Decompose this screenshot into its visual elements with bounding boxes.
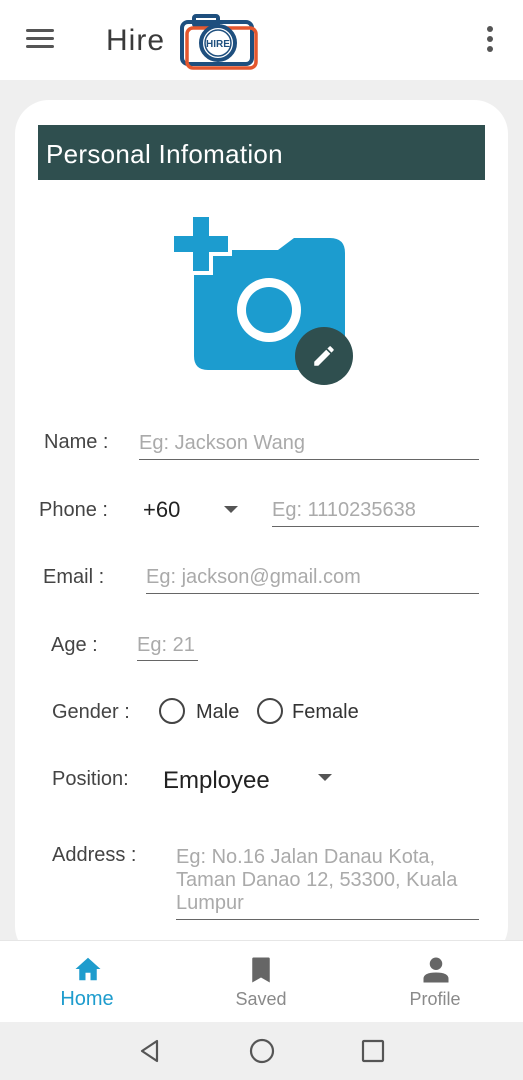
age-underline: [137, 660, 198, 661]
email-underline: [146, 593, 479, 594]
recents-square-icon[interactable]: [360, 1038, 386, 1064]
home-circle-icon[interactable]: [249, 1038, 275, 1064]
country-code-select[interactable]: +60: [143, 497, 180, 523]
email-input[interactable]: [146, 562, 479, 592]
phone-input[interactable]: [272, 495, 479, 525]
home-icon: [75, 957, 101, 981]
address-label: Address :: [52, 844, 137, 866]
position-select[interactable]: Employee: [163, 767, 270, 795]
back-icon[interactable]: [137, 1038, 163, 1064]
name-input[interactable]: [139, 428, 479, 458]
nav-label-saved: Saved: [235, 989, 287, 1009]
position-label: Position:: [52, 768, 129, 790]
gender-male-radio[interactable]: [159, 698, 185, 724]
section-header: Personal Infomation: [38, 125, 485, 180]
email-label: Email :: [43, 566, 105, 588]
nav-item-profile[interactable]: Profile: [365, 941, 505, 1023]
country-code-dropdown-icon[interactable]: [224, 506, 238, 513]
nav-item-saved[interactable]: Saved: [191, 941, 331, 1023]
name-underline: [139, 459, 479, 460]
bottom-navigation: Home Saved Profile: [0, 940, 523, 1022]
app-bar: Hire HIRE: [0, 0, 523, 80]
hire-logo: HIRE: [178, 12, 258, 70]
nav-label-profile: Profile: [409, 989, 461, 1009]
name-label: Name :: [44, 431, 109, 453]
gender-female-radio[interactable]: [257, 698, 283, 724]
position-dropdown-icon[interactable]: [318, 774, 332, 781]
gender-label: Gender :: [52, 701, 130, 723]
pencil-icon: [314, 346, 334, 366]
phone-label: Phone :: [39, 499, 108, 521]
app-title: Hire: [106, 24, 166, 57]
svg-text:HIRE: HIRE: [206, 39, 230, 50]
address-input[interactable]: [176, 846, 481, 918]
system-navigation-bar: [0, 1022, 523, 1080]
age-input[interactable]: [137, 630, 198, 660]
phone-underline: [272, 526, 479, 527]
age-label: Age :: [51, 634, 98, 656]
nav-label-home: Home: [60, 988, 114, 1010]
gender-female-label[interactable]: Female: [292, 701, 359, 724]
more-vertical-icon[interactable]: [484, 26, 496, 54]
edit-photo-button[interactable]: [295, 327, 353, 385]
gender-male-label[interactable]: Male: [196, 701, 239, 724]
hamburger-menu-icon[interactable]: [26, 29, 54, 49]
address-underline: [176, 919, 479, 920]
nav-item-home[interactable]: Home: [17, 941, 157, 1023]
bookmark-icon: [252, 957, 270, 983]
person-icon: [423, 957, 449, 983]
